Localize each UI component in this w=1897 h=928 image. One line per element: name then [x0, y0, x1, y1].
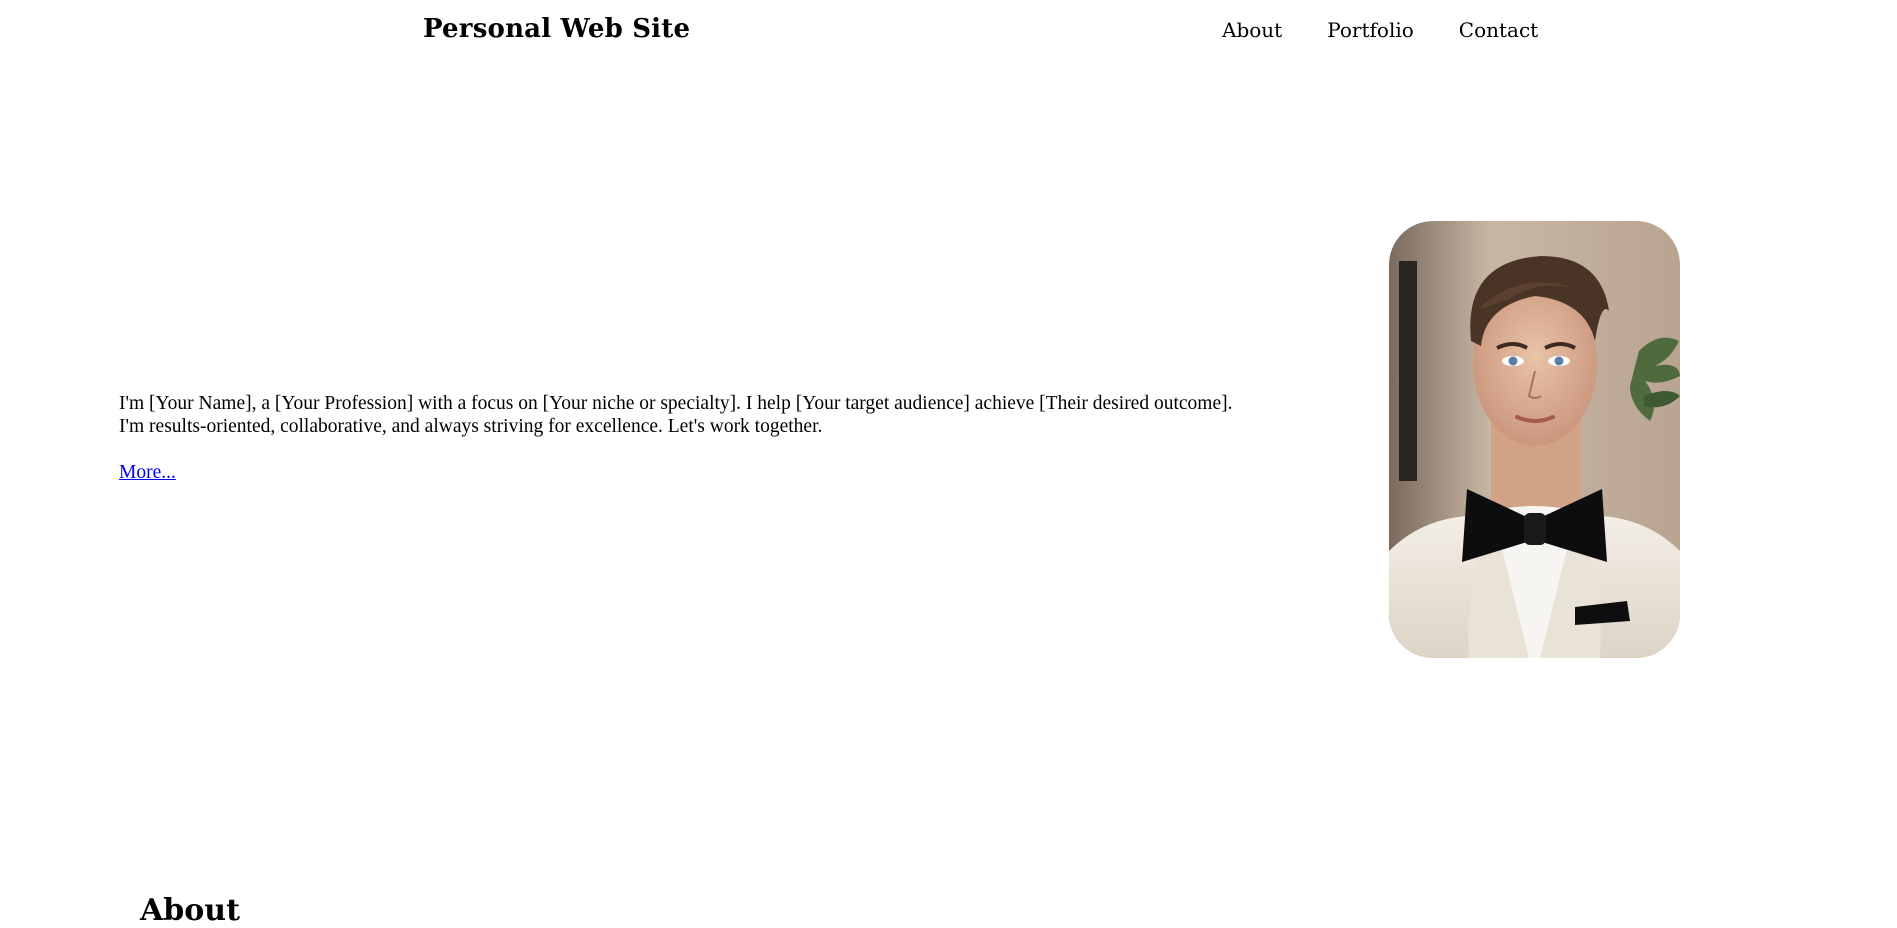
site-title: Personal Web Site	[423, 14, 691, 44]
nav-item-contact[interactable]: Contact	[1459, 18, 1538, 42]
site-header: Personal Web Site About Portfolio Contac…	[0, 0, 1897, 64]
hero-intro: I'm [Your Name], a [Your Profession] wit…	[119, 392, 1319, 484]
more-link[interactable]: More...	[119, 461, 176, 484]
main-nav: About Portfolio Contact	[1222, 18, 1538, 42]
profile-photo	[1389, 221, 1680, 658]
about-section-heading: About	[140, 893, 240, 928]
hero-text-line-2: I'm results-oriented, collaborative, and…	[119, 416, 823, 437]
hero-text-line-1: I'm [Your Name], a [Your Profession] wit…	[119, 393, 1233, 414]
nav-item-portfolio[interactable]: Portfolio	[1327, 18, 1414, 42]
nav-item-about[interactable]: About	[1222, 18, 1282, 42]
